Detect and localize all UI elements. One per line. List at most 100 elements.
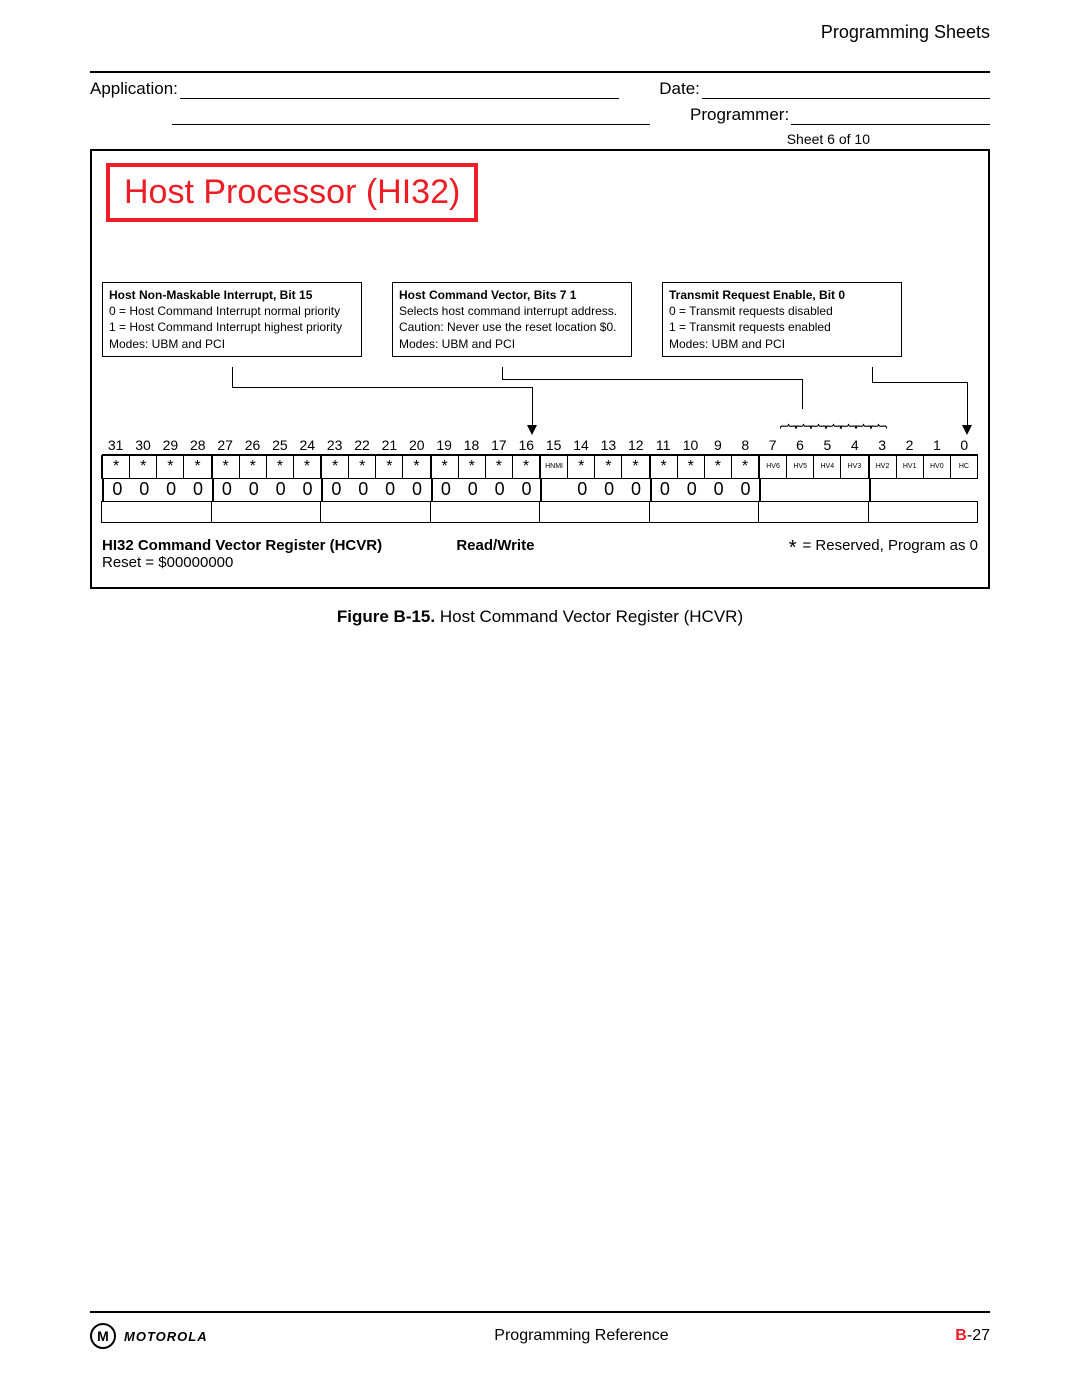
bit-number: 21	[376, 437, 403, 455]
bit-number: 15	[540, 437, 567, 455]
sheet-number: Sheet 6 of 10	[90, 131, 990, 147]
bit-value: 0	[431, 479, 460, 501]
bit-number: 19	[431, 437, 458, 455]
bit-number: 16	[513, 437, 540, 455]
bit-number: 29	[157, 437, 184, 455]
bit-symbol: *	[677, 455, 705, 479]
bit-value: 0	[131, 479, 158, 501]
bit-value	[842, 479, 869, 501]
bit-number: 1	[923, 437, 950, 455]
bit-value: 0	[185, 479, 212, 501]
page-number: B-27	[955, 1327, 990, 1345]
bit-value: 0	[732, 479, 759, 501]
bit-number: 11	[650, 437, 677, 455]
callout-title: Host Non-Maskable Interrupt, Bit 15	[109, 287, 355, 303]
bit-value: 0	[705, 479, 732, 501]
bit-number: 27	[212, 437, 239, 455]
bit-number: 22	[348, 437, 375, 455]
bit-symbol: *	[458, 455, 486, 479]
bit-symbol: *	[266, 455, 294, 479]
bit-number: 8	[732, 437, 759, 455]
leader-lines: ︷︷︷︷︷︷︷	[102, 367, 978, 437]
bit-symbol: *	[239, 455, 267, 479]
bit-value: 0	[596, 479, 623, 501]
bit-symbol: *	[375, 455, 403, 479]
bit-number: 13	[595, 437, 622, 455]
bit-value: 0	[321, 479, 350, 501]
bit-symbol: *	[649, 455, 678, 479]
legend: * = Reserved, Program as 0	[789, 537, 978, 554]
bit-value: 0	[377, 479, 404, 501]
bit-symbol: *	[101, 455, 130, 479]
bit-value: 0	[623, 479, 650, 501]
callout-hnmi: Host Non-Maskable Interrupt, Bit 15 0 = …	[102, 282, 362, 357]
bit-symbol: HV5	[786, 455, 814, 479]
bit-symbol: *	[402, 455, 430, 479]
bit-value: 0	[459, 479, 486, 501]
bit-symbol: HC	[950, 455, 978, 479]
register-access: Read/Write	[456, 537, 534, 554]
bit-value: 0	[240, 479, 267, 501]
bit-number: 10	[677, 437, 704, 455]
callout-line: Selects host command interrupt address.	[399, 303, 625, 319]
blank-cell	[868, 501, 979, 523]
programmer-line	[791, 107, 990, 125]
bit-value: 0	[650, 479, 679, 501]
blank-cell	[758, 501, 869, 523]
bit-value: 0	[678, 479, 705, 501]
bit-symbol: *	[129, 455, 157, 479]
callout-hcv: Host Command Vector, Bits 7 1 Selects ho…	[392, 282, 632, 357]
callout-line: Modes: UBM and PCI	[109, 336, 355, 352]
bit-number: 30	[129, 437, 156, 455]
register-reset: Reset = $00000000	[102, 554, 382, 571]
bit-value	[951, 479, 978, 501]
application-line	[180, 81, 619, 99]
blank-cell	[539, 501, 650, 523]
blank-cell	[320, 501, 431, 523]
bit-symbol: HV4	[813, 455, 841, 479]
programmer-label: Programmer:	[690, 105, 789, 125]
bit-symbol: *	[348, 455, 376, 479]
bit-number: 17	[485, 437, 512, 455]
bit-number: 9	[704, 437, 731, 455]
bit-number: 24	[294, 437, 321, 455]
bit-number: 31	[102, 437, 129, 455]
blank-cell	[649, 501, 760, 523]
legend-text: = Reserved, Program as 0	[802, 537, 978, 554]
bit-symbol: *	[731, 455, 759, 479]
callout-tre: Transmit Request Enable, Bit 0 0 = Trans…	[662, 282, 902, 357]
bit-value: 0	[486, 479, 513, 501]
bit-value: 0	[294, 479, 321, 501]
blank-cell	[101, 501, 212, 523]
bit-number: 23	[321, 437, 348, 455]
page-footer: M MOTOROLA Programming Reference B-27	[90, 1311, 990, 1349]
figure-number: Figure B-15.	[337, 607, 435, 626]
bit-number: 25	[266, 437, 293, 455]
bit-value: 0	[513, 479, 540, 501]
register-diagram: Host Processor (HI32) Host Non-Maskable …	[90, 149, 990, 589]
blank-cell	[430, 501, 541, 523]
application-line-2	[172, 107, 650, 125]
bit-number: 7	[759, 437, 786, 455]
bit-number: 12	[622, 437, 649, 455]
motorola-icon: M	[90, 1323, 116, 1349]
register-name: HI32 Command Vector Register (HCVR)	[102, 537, 382, 554]
bit-symbol: *	[293, 455, 321, 479]
block-title: Host Processor (HI32)	[106, 163, 478, 222]
bit-value	[788, 479, 815, 501]
bit-number: 4	[841, 437, 868, 455]
bit-number: 0	[951, 437, 978, 455]
bit-value: 0	[212, 479, 241, 501]
bit-table: 3130292827262524232221201918171615141312…	[102, 437, 978, 523]
bit-symbol: *	[512, 455, 540, 479]
bit-value: 0	[158, 479, 185, 501]
bit-symbol: *	[485, 455, 513, 479]
bit-number: 2	[896, 437, 923, 455]
bit-number: 14	[567, 437, 594, 455]
callout-line: 0 = Transmit requests disabled	[669, 303, 895, 319]
bit-value	[815, 479, 842, 501]
bit-symbol: HV6	[758, 455, 787, 479]
bit-symbol: *	[156, 455, 184, 479]
callout-line: Modes: UBM and PCI	[399, 336, 625, 352]
bit-value	[897, 479, 924, 501]
